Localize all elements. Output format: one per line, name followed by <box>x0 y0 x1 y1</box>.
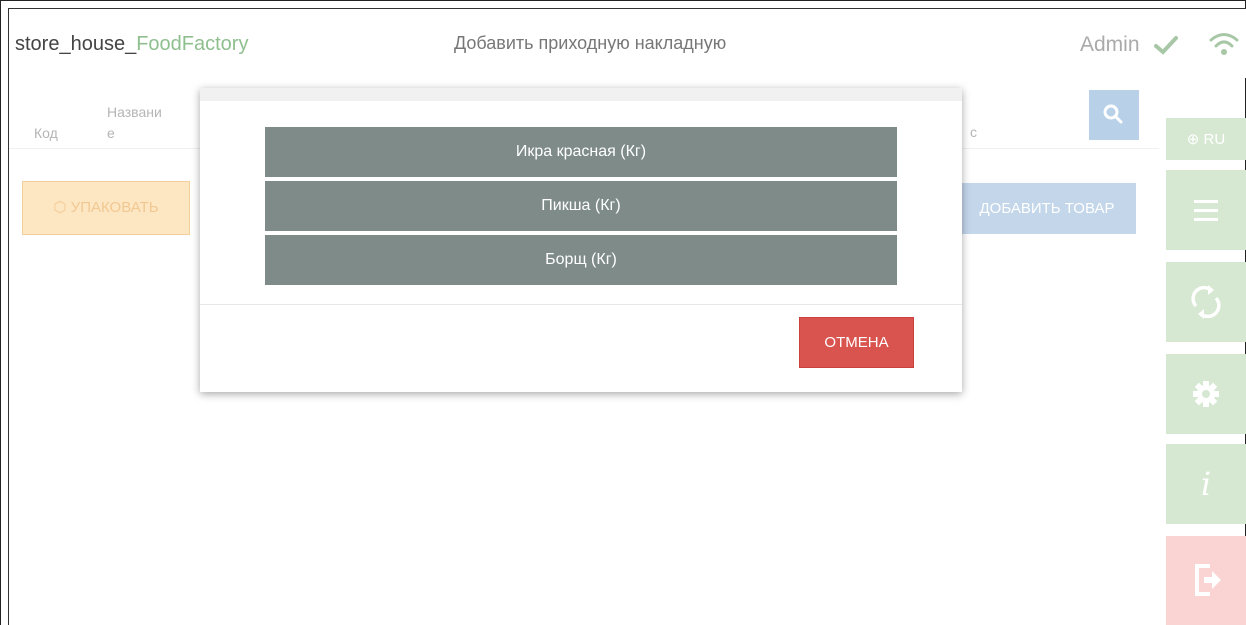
search-icon <box>1103 104 1123 124</box>
settings-button[interactable] <box>1166 354 1246 434</box>
page-title: Добавить приходную накладную <box>454 33 727 53</box>
brand-accent: FoodFactory <box>136 33 249 55</box>
menu-button[interactable] <box>1166 170 1246 250</box>
product-option[interactable]: Пикша (Кг) <box>265 181 897 231</box>
pack-button[interactable]: ⬡ УПАКОВАТЬ <box>22 181 190 235</box>
column-header-code[interactable]: Код <box>34 125 58 141</box>
logout-icon <box>1195 564 1221 596</box>
box-icon: ⬡ <box>53 199 71 216</box>
menu-icon <box>1194 200 1218 221</box>
wifi-icon <box>1209 31 1239 59</box>
user-name[interactable]: Admin <box>1080 33 1140 57</box>
add-product-button[interactable]: ДОБАВИТЬ ТОВАР <box>958 183 1136 234</box>
brand-prefix: store_house_ <box>15 33 137 55</box>
product-option[interactable]: Борщ (Кг) <box>265 235 897 285</box>
product-option[interactable]: Икра красная (Кг) <box>265 127 897 177</box>
info-button[interactable]: i <box>1166 444 1246 524</box>
product-select-dialog: Икра красная (Кг) Пикша (Кг) Борщ (Кг) О… <box>200 88 962 392</box>
sync-button[interactable] <box>1166 262 1246 342</box>
top-bar: store_house_FoodFactory Добавить приходн… <box>8 8 1246 78</box>
column-header-name-line2[interactable]: е <box>107 125 115 141</box>
info-icon: i <box>1200 465 1212 503</box>
column-header-name-line1[interactable]: Названи <box>107 104 162 120</box>
cancel-button[interactable]: ОТМЕНА <box>799 317 914 368</box>
globe-icon: ⊕ <box>1186 131 1204 148</box>
dialog-header <box>200 88 962 101</box>
language-label: RU <box>1203 131 1226 148</box>
logout-button[interactable] <box>1166 536 1246 625</box>
pack-button-label: УПАКОВАТЬ <box>70 199 159 216</box>
language-button[interactable]: ⊕ RU <box>1166 118 1246 160</box>
gear-icon <box>1193 381 1219 407</box>
dialog-divider <box>200 304 962 305</box>
search-button[interactable] <box>1089 90 1139 140</box>
check-icon <box>1154 33 1178 57</box>
add-product-label: ДОБАВИТЬ ТОВАР <box>979 200 1115 217</box>
sync-icon <box>1191 285 1221 319</box>
column-header-partial[interactable]: с <box>970 124 977 140</box>
brand-logo: store_house_FoodFactory <box>15 33 248 56</box>
